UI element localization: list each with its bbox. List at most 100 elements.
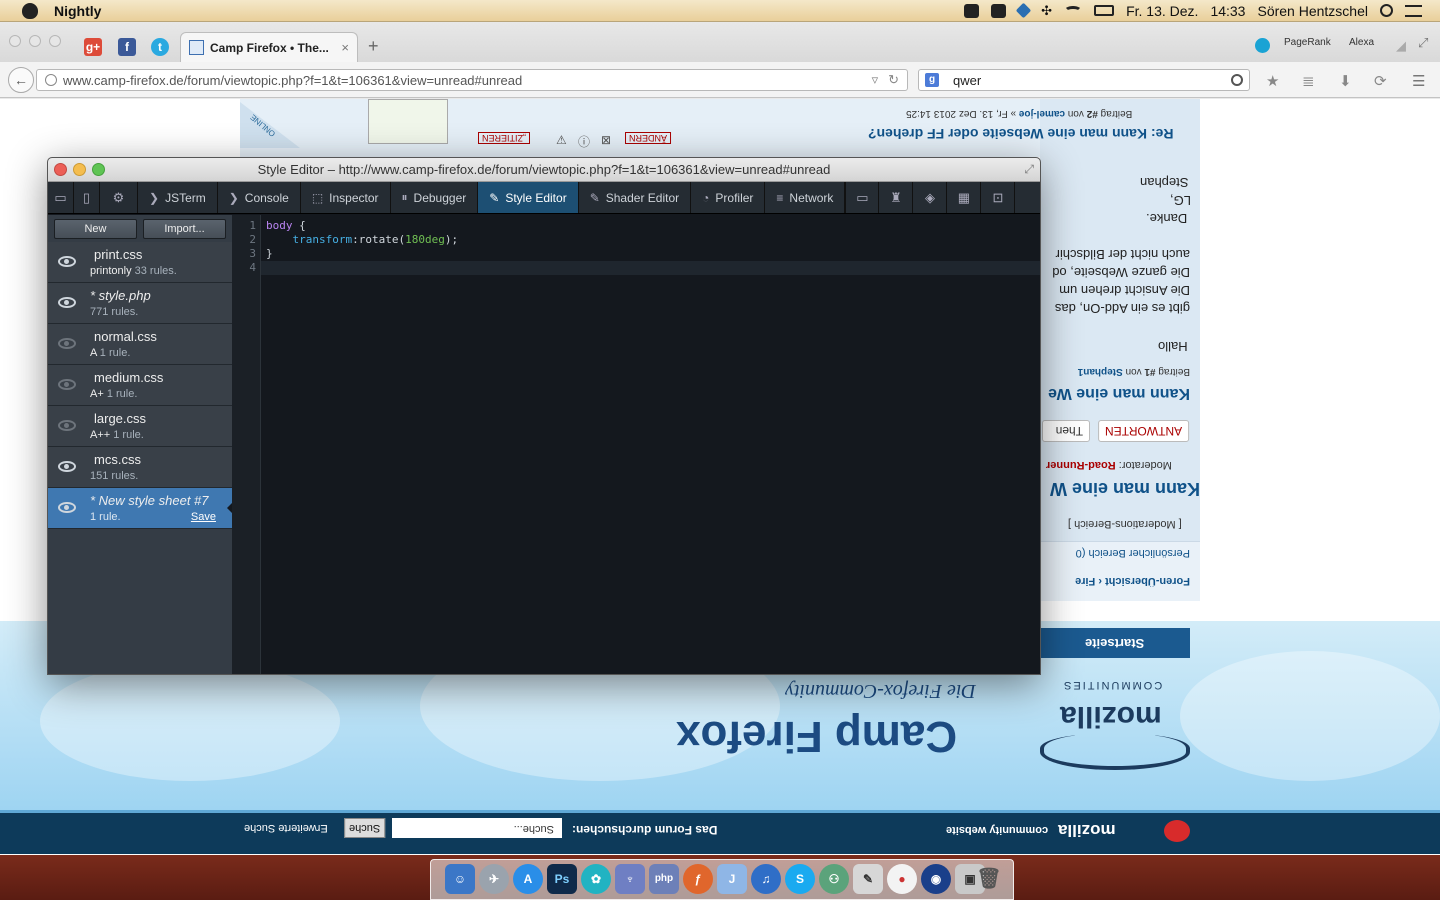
app-icon[interactable]: ♆ bbox=[615, 864, 645, 894]
stylesheet-item[interactable]: medium.css A+ 1 rule. bbox=[48, 365, 232, 406]
toggle-visibility-eye-icon[interactable] bbox=[58, 461, 76, 472]
app-icon[interactable]: J bbox=[717, 864, 747, 894]
delete-icon[interactable]: ⊠ bbox=[601, 133, 611, 147]
reload-icon[interactable]: ↻ bbox=[888, 72, 899, 88]
tab-network[interactable]: ≡ Network bbox=[765, 182, 846, 213]
tab-inspector[interactable]: ⬚ Inspector bbox=[301, 182, 391, 213]
menubar-time[interactable]: 14:33 bbox=[1210, 3, 1245, 19]
devtools-close-button[interactable] bbox=[54, 163, 67, 176]
search-input-text[interactable]: qwer bbox=[953, 73, 981, 88]
window-zoom-button[interactable] bbox=[49, 35, 61, 47]
url-bar[interactable]: www.camp-firefox.de/forum/viewtopic.php?… bbox=[36, 69, 908, 91]
post-title[interactable]: Re: Kann man eine Webseite oder FF drehe… bbox=[868, 126, 1173, 142]
google-plus-pinned-tab-icon[interactable]: g+ bbox=[84, 38, 102, 56]
new-stylesheet-button[interactable]: New bbox=[54, 219, 137, 239]
import-stylesheet-button[interactable]: Import... bbox=[143, 219, 226, 239]
footer-search-input[interactable]: Suche... bbox=[392, 818, 562, 838]
bookmarks-menu-icon[interactable]: ≣ bbox=[1302, 72, 1315, 90]
toggle-visibility-eye-icon[interactable] bbox=[58, 338, 76, 349]
scratchpad-icon[interactable]: ▦ bbox=[947, 182, 982, 213]
tab-close-icon[interactable]: × bbox=[341, 40, 349, 55]
devtools-minimize-button[interactable] bbox=[73, 163, 86, 176]
toggle-visibility-eye-icon[interactable] bbox=[58, 256, 76, 267]
menubar-date[interactable]: Fr. 13. Dez. bbox=[1126, 3, 1198, 19]
app-icon[interactable]: ⚇ bbox=[819, 864, 849, 894]
menu-icon[interactable]: ☰ bbox=[1412, 72, 1425, 90]
split-console-icon[interactable]: ▭ bbox=[845, 182, 880, 213]
responsive-mode-icon[interactable]: ⊡ bbox=[981, 182, 1016, 213]
quote-button[interactable]: „ZITIEREN bbox=[478, 132, 530, 144]
wifi-icon[interactable] bbox=[1064, 5, 1083, 16]
url-dropdown-icon[interactable]: ▿ bbox=[872, 72, 879, 88]
stylesheet-item[interactable]: print.css printonly 33 rules. bbox=[48, 242, 232, 283]
bluetooth-icon[interactable]: ✣ bbox=[1041, 3, 1052, 19]
alexa-label[interactable]: Alexa bbox=[1349, 37, 1374, 48]
bookmark-star-icon[interactable]: ★ bbox=[1266, 72, 1279, 90]
save-stylesheet-link[interactable]: Save bbox=[191, 511, 216, 523]
footer-search-button[interactable]: Suche bbox=[344, 818, 386, 838]
css-code-editor[interactable]: body { transform:rotate(180deg); } bbox=[261, 215, 1040, 674]
stylesheet-item-selected[interactable]: * New style sheet #7 1 rule. Save bbox=[48, 488, 233, 529]
app-store-icon[interactable]: A bbox=[513, 864, 543, 894]
toggle-visibility-eye-icon[interactable] bbox=[58, 379, 76, 390]
google-search-engine-icon[interactable]: g bbox=[925, 73, 939, 87]
search-bar[interactable]: g qwer bbox=[918, 69, 1250, 91]
toggle-visibility-eye-icon[interactable] bbox=[58, 420, 76, 431]
stylesheet-item[interactable]: normal.css A 1 rule. bbox=[48, 324, 232, 365]
menubar-user[interactable]: Sören Hentzschel bbox=[1257, 3, 1368, 19]
notification-center-icon[interactable] bbox=[1405, 4, 1422, 17]
code-line[interactable]: transform:rotate(180deg); bbox=[261, 233, 1040, 247]
code-line[interactable]: body { bbox=[261, 219, 1040, 233]
rss-icon[interactable]: ◢ bbox=[1396, 38, 1406, 54]
info-icon[interactable]: ⓘ bbox=[578, 133, 590, 150]
addon-toolbar-icon[interactable] bbox=[1255, 38, 1270, 53]
window-minimize-button[interactable] bbox=[29, 35, 41, 47]
battery-icon[interactable] bbox=[1094, 5, 1115, 16]
tab-style-editor[interactable]: ✎ Style Editor bbox=[478, 182, 579, 213]
toggle-visibility-eye-icon[interactable] bbox=[58, 297, 76, 308]
warn-icon[interactable]: ⚠ bbox=[556, 133, 567, 147]
spotlight-icon[interactable] bbox=[1380, 4, 1393, 17]
downloads-icon[interactable]: ⬇ bbox=[1339, 72, 1352, 90]
dock-bottom-icon[interactable]: ▭ bbox=[48, 182, 74, 213]
textedit-icon[interactable]: ✎ bbox=[853, 864, 883, 894]
code-line[interactable]: } bbox=[261, 247, 1040, 261]
dropbox-icon[interactable] bbox=[1015, 2, 1032, 19]
app-icon[interactable]: ƒ bbox=[683, 864, 713, 894]
breadcrumb[interactable]: Foren-Übersicht ‹ Fire bbox=[1042, 575, 1190, 587]
php-icon[interactable]: php bbox=[649, 864, 679, 894]
tab-profiler[interactable]: ◔ Profiler bbox=[691, 182, 766, 213]
window-close-button[interactable] bbox=[9, 35, 21, 47]
dock-side-icon[interactable]: ▯ bbox=[74, 182, 100, 213]
devtools-titlebar[interactable]: Style Editor – http://www.camp-firefox.d… bbox=[48, 158, 1040, 182]
personal-area-link[interactable]: Persönlicher Bereich (0 bbox=[1042, 547, 1190, 559]
toggle-visibility-eye-icon[interactable] bbox=[58, 502, 76, 513]
apple-menu-icon[interactable] bbox=[22, 2, 38, 19]
twitter-pinned-tab-icon[interactable]: t bbox=[151, 38, 169, 56]
fullscreen-icon[interactable]: ⤢ bbox=[1418, 35, 1428, 51]
launchpad-icon[interactable]: ✈ bbox=[479, 864, 509, 894]
search-icon[interactable] bbox=[1231, 74, 1243, 86]
devtools-fullscreen-icon[interactable]: ⤢ bbox=[1024, 162, 1034, 177]
site-identity-icon[interactable] bbox=[45, 74, 57, 86]
tab-console[interactable]: ❯ Console bbox=[218, 182, 301, 213]
itunes-icon[interactable]: ♫ bbox=[751, 864, 781, 894]
topic-tools-button[interactable]: Then bbox=[1042, 420, 1090, 442]
tab-debugger[interactable]: ⏸ Debugger bbox=[391, 182, 479, 213]
topic-title[interactable]: Kann man eine W bbox=[1040, 478, 1200, 499]
firefox-nightly-icon[interactable]: ◉ bbox=[921, 864, 951, 894]
pagerank-label[interactable]: PageRank bbox=[1284, 37, 1331, 48]
app-icon[interactable]: ● bbox=[887, 864, 917, 894]
app-icon[interactable]: ✿ bbox=[581, 864, 611, 894]
stylesheet-item[interactable]: large.css A++ 1 rule. bbox=[48, 406, 232, 447]
moderation-area-link[interactable]: [ Moderations-Bereich ] bbox=[1068, 518, 1182, 530]
skype-icon[interactable]: S bbox=[785, 864, 815, 894]
settings-gear-icon[interactable]: ⚙ bbox=[100, 182, 138, 213]
edit-button[interactable]: ÄNDERN bbox=[625, 132, 672, 144]
status-check-icon[interactable] bbox=[991, 3, 1007, 18]
paintflashing-icon[interactable]: ♜ bbox=[879, 182, 914, 213]
startseite-link[interactable]: Startseite bbox=[1040, 628, 1190, 658]
tilt-3d-icon[interactable]: ◈ bbox=[913, 182, 948, 213]
tab-shader-editor[interactable]: ✎ Shader Editor bbox=[579, 182, 692, 213]
photoshop-icon[interactable]: Ps bbox=[547, 864, 577, 894]
